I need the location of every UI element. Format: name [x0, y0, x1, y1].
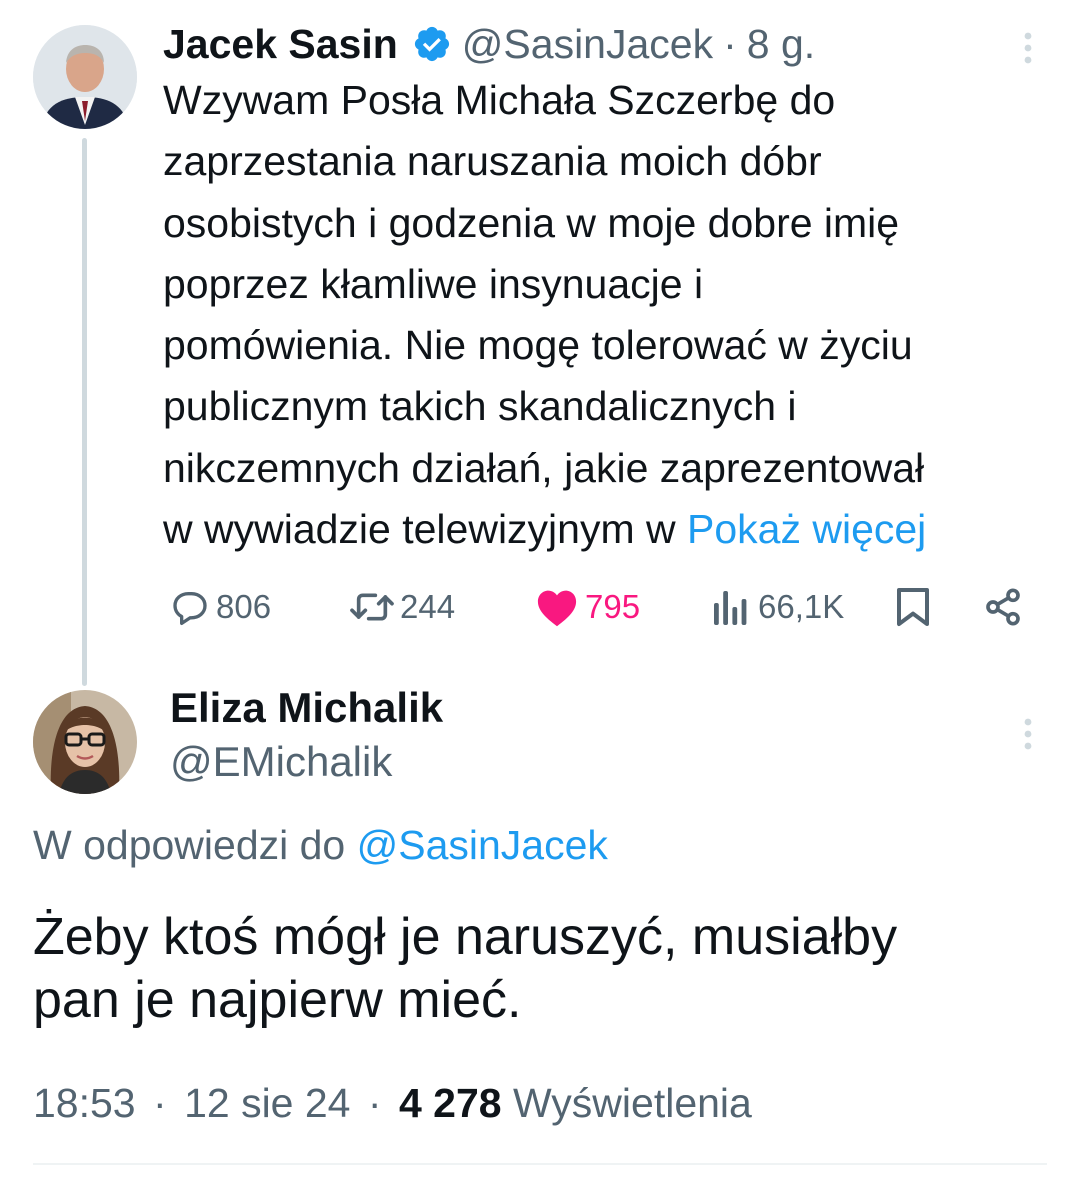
like-button[interactable]: 795: [535, 582, 640, 632]
tweet-text-line: pomówienia. Nie mogę tolerować w życiu: [163, 322, 913, 369]
retweet-icon: [350, 593, 394, 621]
tweet-text: Wzywam Posła Michała Szczerbę do zaprzes…: [163, 70, 1053, 560]
reply-author-name[interactable]: Eliza Michalik: [170, 684, 443, 732]
share-button[interactable]: [983, 582, 1023, 632]
tweet-text-line: nikczemnych działań, jakie zaprezentował: [163, 444, 925, 491]
like-count: 795: [585, 588, 641, 625]
more-vertical-icon: [1024, 32, 1032, 64]
reply-time[interactable]: 18:53: [33, 1080, 136, 1126]
show-more-link[interactable]: Pokaż więcej: [687, 506, 926, 552]
reply-count: 806: [216, 588, 272, 625]
reply-text: Żeby ktoś mógł je naruszyć, musiałby pan…: [33, 906, 897, 1032]
views-count: 66,1K: [758, 588, 845, 625]
tweet-text-line: Wzywam Posła Michała Szczerbę do: [163, 77, 836, 123]
reply-views-label[interactable]: Wyświetlenia: [513, 1080, 752, 1126]
retweet-count: 244: [400, 588, 456, 625]
retweet-button[interactable]: 244: [346, 582, 455, 632]
reply-icon: [173, 592, 207, 625]
tweet-text-line: zaprzestania naruszania moich dóbr: [163, 138, 822, 185]
verified-badge-icon: [412, 24, 452, 64]
reply-date[interactable]: 12 sie 24: [184, 1080, 350, 1126]
share-icon: [986, 588, 1020, 626]
tweet-text-last-line: w wywiadzie telewizyjnym w Pokaż więcej: [163, 499, 1053, 560]
thread-connector-line: [82, 138, 87, 686]
more-options-button[interactable]: [1016, 30, 1040, 66]
avatar-eliza-michalik[interactable]: [33, 690, 137, 794]
heart-icon: [537, 590, 577, 627]
reply-more-options-button[interactable]: [1016, 716, 1040, 752]
reply-author-handle[interactable]: @EMichalik: [170, 738, 392, 786]
replying-to-label: W odpowiedzi do: [33, 822, 357, 868]
more-vertical-icon: [1024, 718, 1032, 750]
replying-to-handle-link[interactable]: @SasinJacek: [357, 822, 608, 868]
tweet-text-line: poprzez kłamliwe insynuacje i: [163, 260, 704, 307]
tweet-header: Jacek Sasin @SasinJacek · 8 g.: [163, 16, 815, 72]
replying-to: W odpowiedzi do @SasinJacek: [33, 822, 608, 869]
header-separator: ·: [723, 20, 737, 67]
meta-separator: ·: [367, 1080, 382, 1126]
bookmark-button[interactable]: [895, 582, 931, 632]
tweet-time-ago[interactable]: 8 g.: [747, 21, 815, 68]
avatar-portrait-image: [33, 25, 137, 129]
tweet-text-line: publicznym takich skandalicznych i: [163, 383, 797, 430]
reply-text-line: Żeby ktoś mógł je naruszyć, musiałby: [33, 908, 898, 966]
reply-views-count: 4 278: [398, 1080, 502, 1126]
avatar-portrait-image: [33, 690, 137, 794]
divider: [33, 1163, 1047, 1165]
author-handle[interactable]: @SasinJacek: [462, 21, 713, 68]
reply-text-line: pan je najpierw mieć.: [33, 971, 522, 1029]
meta-separator: ·: [153, 1080, 167, 1126]
bookmark-icon: [897, 588, 929, 626]
views-icon: [714, 591, 747, 625]
author-name[interactable]: Jacek Sasin: [163, 21, 398, 68]
reply-button[interactable]: 806: [170, 582, 271, 632]
tweet-text-line-prefix: w wywiadzie telewizyjnym w: [163, 506, 688, 553]
reply-meta: 18:53 · 12 sie 24 · 4 278 Wyświetlenia: [33, 1080, 752, 1127]
avatar-jacek-sasin[interactable]: [33, 25, 137, 129]
views-button[interactable]: 66,1K: [712, 582, 844, 632]
tweet-text-line: osobistych i godzenia w moje dobre imię: [163, 199, 900, 246]
